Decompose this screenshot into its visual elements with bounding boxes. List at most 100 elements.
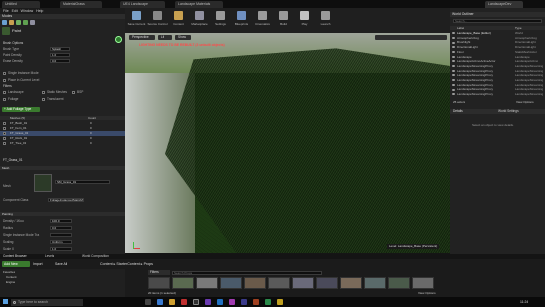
eye-icon[interactable] <box>452 50 455 53</box>
add-new-button[interactable]: Add New <box>2 261 30 267</box>
app-icon-purple[interactable] <box>205 299 211 305</box>
build-button[interactable]: Build <box>276 10 291 30</box>
lit-button[interactable]: Lit <box>158 35 172 40</box>
taskbar-search-input[interactable]: Type here to search <box>11 298 83 306</box>
launch-button[interactable]: Launch <box>318 10 333 30</box>
eye-icon[interactable] <box>452 36 455 39</box>
geometry-mode-icon[interactable] <box>30 20 35 25</box>
asset-thumbnail[interactable] <box>388 277 410 289</box>
eye-icon[interactable] <box>452 79 455 82</box>
asset-thumbnail[interactable] <box>340 277 362 289</box>
cinematics-button[interactable]: Cinematics <box>255 10 270 30</box>
world-composition-tab[interactable]: World Composition <box>82 254 109 259</box>
content-button[interactable]: Content <box>171 10 186 30</box>
marketplace-button[interactable]: Marketplace <box>191 10 208 30</box>
eye-icon[interactable] <box>452 32 455 35</box>
after-effects-icon[interactable] <box>241 299 247 305</box>
crumb-content[interactable]: Content <box>100 262 113 266</box>
asset-thumbnail[interactable] <box>364 277 386 289</box>
filter-translucent-checkbox[interactable] <box>42 98 45 101</box>
windows-start-icon[interactable] <box>3 299 8 304</box>
foliage-item-checkbox[interactable] <box>3 132 6 135</box>
premiere-icon[interactable] <box>229 299 235 305</box>
filter-static-meshes-checkbox[interactable] <box>42 91 45 94</box>
paint-mode-icon[interactable] <box>9 20 14 25</box>
landscape-mode-icon[interactable] <box>16 20 21 25</box>
foliage-item[interactable]: FT_Tree_01 0 <box>0 141 125 146</box>
eye-icon[interactable] <box>452 41 455 44</box>
asset-thumbnail[interactable] <box>172 277 194 289</box>
asset-thumbnail[interactable] <box>148 277 170 289</box>
play-button[interactable]: Play <box>297 10 312 30</box>
tab-landscape-materials[interactable]: Landscape Materials <box>175 1 223 8</box>
perspective-button[interactable]: Perspective <box>129 35 155 40</box>
paint-tool-icon[interactable] <box>2 27 10 35</box>
settings-button[interactable]: Settings <box>213 10 228 30</box>
eye-icon[interactable] <box>452 69 455 72</box>
place-mode-icon[interactable] <box>2 20 7 25</box>
erase-density-field[interactable]: 0.0 <box>50 59 70 63</box>
eye-icon[interactable] <box>452 65 455 68</box>
painting-field-value[interactable]: 1.0 <box>50 247 72 251</box>
details-tab[interactable]: Details <box>453 109 463 114</box>
content-view-options[interactable]: View Options <box>418 291 436 295</box>
photoshop-icon[interactable] <box>217 299 223 305</box>
painting-field-value[interactable] <box>50 233 72 237</box>
filter-bsp-checkbox[interactable] <box>72 91 75 94</box>
save-all-button[interactable]: Save All <box>55 261 67 267</box>
painting-field-value[interactable]: Uniform <box>50 240 72 244</box>
asset-thumbnail[interactable] <box>220 277 242 289</box>
painting-field-value[interactable]: 0.0 <box>50 226 72 230</box>
eye-icon[interactable] <box>452 55 455 58</box>
asset-thumbnail[interactable] <box>268 277 290 289</box>
eye-icon[interactable] <box>452 93 455 96</box>
asset-thumbnail[interactable] <box>292 277 314 289</box>
foliage-item-checkbox[interactable] <box>3 127 6 130</box>
folder-engine[interactable]: Engine <box>6 280 15 284</box>
component-class-field[interactable]: FoliageInstancedStaticM <box>48 198 84 202</box>
levels-tab[interactable]: Levels <box>45 254 54 259</box>
foliage-mode-icon[interactable] <box>23 20 28 25</box>
filter-foliage-checkbox[interactable] <box>3 98 6 101</box>
edge-icon[interactable] <box>157 299 163 305</box>
add-foliage-type-button[interactable]: + Add Foliage Type <box>2 107 40 112</box>
source-control-button[interactable]: Source Control <box>147 10 168 30</box>
app-icon-yellow[interactable] <box>277 299 283 305</box>
eye-icon[interactable] <box>452 46 455 49</box>
paint-density-field[interactable]: 1.0 <box>50 53 70 57</box>
asset-thumbnail[interactable] <box>196 277 218 289</box>
single-instance-checkbox[interactable] <box>3 72 6 75</box>
mesh-thumbnail[interactable] <box>34 174 52 192</box>
eye-icon[interactable] <box>452 60 455 63</box>
profile-button[interactable]: LandscapeDev <box>485 1 523 8</box>
folder-content[interactable]: Content <box>6 275 17 279</box>
save-current-button[interactable]: Save Current <box>128 10 145 30</box>
painting-field-value[interactable]: 100.0 <box>50 219 72 223</box>
filter-landscape-checkbox[interactable] <box>3 91 6 94</box>
eye-icon[interactable] <box>452 83 455 86</box>
tab-ue4-landscape[interactable]: UE4 Landscape <box>120 1 165 8</box>
tab-untitled[interactable]: Untitled <box>2 1 40 8</box>
app-icon-green[interactable] <box>265 299 271 305</box>
content-search-input[interactable]: Search Props <box>172 270 322 275</box>
tab-material-grass[interactable]: MaterialGrass <box>60 1 102 8</box>
unreal-engine-icon[interactable] <box>193 299 199 305</box>
crumb-starter-content[interactable]: StarterContent <box>116 262 139 266</box>
illustrator-icon[interactable] <box>253 299 259 305</box>
foliage-item-checkbox[interactable] <box>3 137 6 140</box>
current-level-checkbox[interactable] <box>3 79 6 82</box>
world-settings-tab[interactable]: World Settings <box>498 109 519 114</box>
asset-thumbnail[interactable] <box>244 277 266 289</box>
eye-icon[interactable] <box>452 88 455 91</box>
mesh-name-field[interactable]: SM_Grass_01 <box>55 180 110 184</box>
level-viewport[interactable]: Perspective Lit Show LIGHTING NEEDS TO B… <box>125 33 450 253</box>
outliner-view-options[interactable]: View Options <box>516 100 534 104</box>
show-button[interactable]: Show <box>175 35 191 40</box>
foliage-item-checkbox[interactable] <box>3 122 6 125</box>
outliner-row[interactable]: LandscapeStreamingProxy LandscapeStreami… <box>452 92 545 96</box>
brush-type-field[interactable]: Splash <box>50 47 70 51</box>
import-button[interactable]: Import <box>33 261 43 267</box>
foliage-item-checkbox[interactable] <box>3 142 6 145</box>
task-view-icon[interactable] <box>145 299 151 305</box>
filters-button[interactable]: Filters <box>148 270 170 275</box>
